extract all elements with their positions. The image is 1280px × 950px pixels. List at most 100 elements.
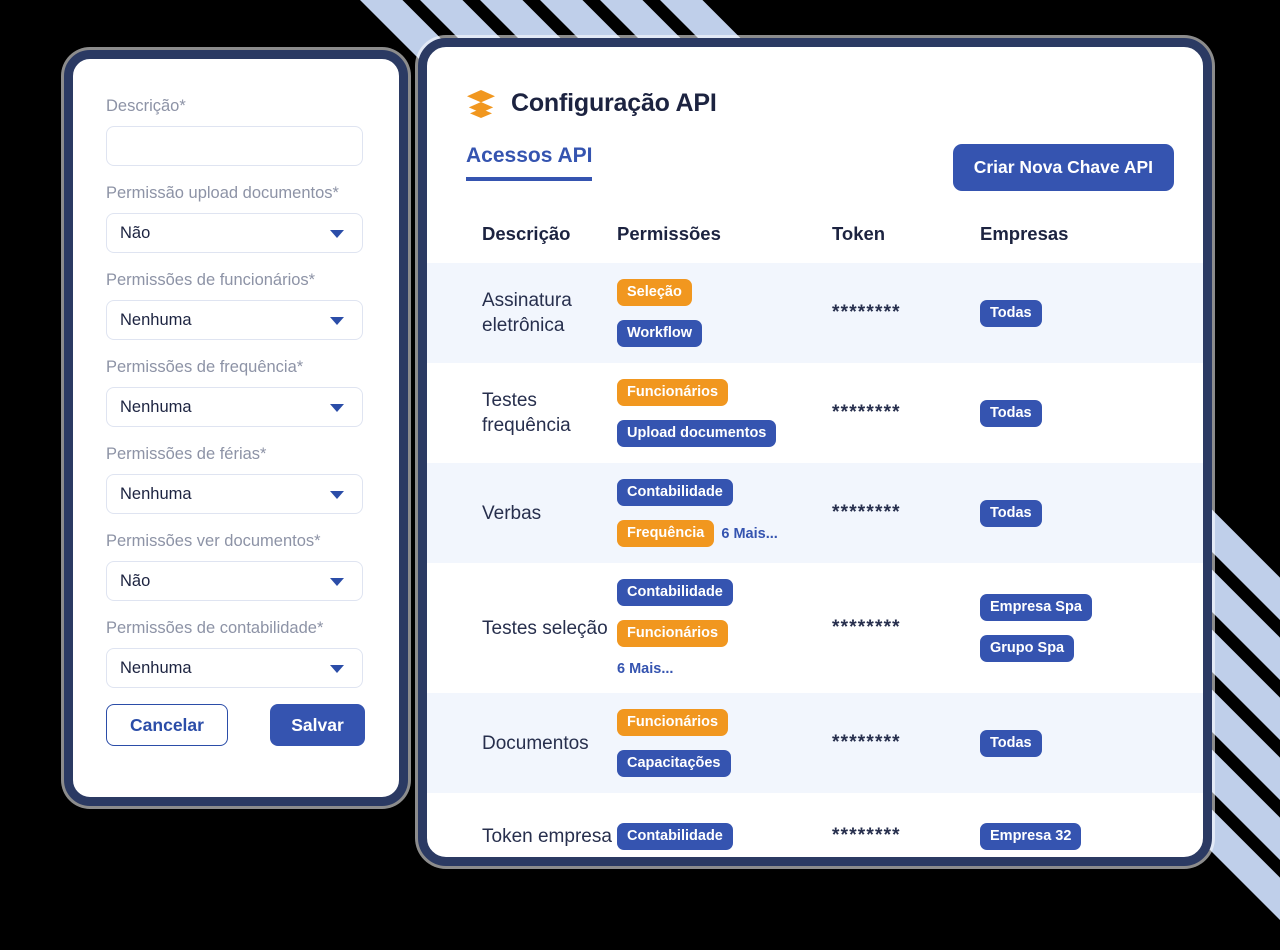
form-field-permissoes-ver-documentos: Permissões ver documentos* Não [106,530,366,601]
permissoes-ferias-select[interactable]: Nenhuma [106,474,363,514]
permission-badge[interactable]: Funcionários [617,379,729,406]
permission-badges: Contabilidade Frequência 6 Mais... [617,479,832,547]
chevron-down-icon [330,578,344,586]
stack-icon [466,89,496,118]
cell-token: ******** [832,825,901,846]
company-badge[interactable]: Todas [980,399,1042,427]
permission-badges: Funcionários Upload documentos [617,379,832,447]
permissao-upload-documentos-select[interactable]: Não [106,213,363,253]
form-field-permissoes-funcionarios: Permissões de funcionários* Nenhuma [106,269,366,340]
column-header-token: Token [832,223,886,244]
table-row[interactable]: Verbas Contabilidade Frequência 6 Mais... **… [427,463,1203,563]
permission-badge[interactable]: Funcionários [617,709,729,736]
table-row[interactable]: Testes frequência Funcionários Upload docu… [427,363,1203,463]
permission-badge[interactable]: Frequência [617,520,715,547]
permission-badge[interactable]: Seleção [617,279,692,306]
company-badge[interactable]: Empresa Spa [980,594,1092,621]
create-new-api-key-button[interactable]: Criar Nova Chave API [952,144,1174,191]
permission-badge[interactable]: Funcionários [617,620,729,647]
table-body: Assinatura eletrônica Seleção Workflow ****… [427,263,1203,857]
save-button[interactable]: Salvar [270,704,365,746]
cell-descricao: Token empresa [482,825,612,847]
cell-permissoes: Contabilidade [617,822,832,850]
cell-token: ******** [832,732,901,753]
permission-badges: Seleção Workflow [617,279,832,347]
api-header: Configuração API [427,89,1203,118]
permission-badge[interactable]: Workflow [617,320,702,347]
permissoes-contabilidade-select[interactable]: Nenhuma [106,648,363,688]
descricao-input[interactable] [106,126,363,166]
permission-badge[interactable]: Contabilidade [617,579,733,606]
field-label: Descrição* [106,97,186,115]
company-badges: Todas [980,399,1150,427]
cell-empresas: Todas [980,729,1150,757]
permission-badges: Contabilidade [617,822,832,850]
company-badge[interactable]: Todas [980,729,1042,757]
cell-descricao: Documentos [482,732,589,754]
permissoes-funcionarios-select[interactable]: Nenhuma [106,300,363,340]
permission-badge[interactable]: Contabilidade [617,822,733,850]
company-badge[interactable]: Empresa 32 [980,822,1082,850]
company-badges: Todas [980,299,1150,327]
api-key-form-card: Descrição* Permissão upload documentos* … [64,50,408,806]
field-label: Permissões de frequência* [106,358,304,376]
more-permissions-link[interactable]: 6 Mais... [721,526,777,542]
company-badges: Todas [980,499,1150,527]
column-header-empresas: Empresas [980,223,1069,244]
cell-empresas: Empresa 32 [980,822,1150,850]
cell-empresas: Todas [980,399,1150,427]
permission-badge[interactable]: Contabilidade [617,479,733,506]
company-badge[interactable]: Grupo Spa [980,635,1075,662]
company-badge[interactable]: Todas [980,299,1042,327]
select-value: Nenhuma [120,310,192,329]
permission-badge[interactable]: Capacitações [617,750,731,777]
form-field-descricao: Descrição* [106,95,366,182]
select-value: Não [120,571,151,590]
company-badge[interactable]: Todas [980,499,1042,527]
table-row[interactable]: Assinatura eletrônica Seleção Workflow ****… [427,263,1203,363]
tab-row: Acessos API Criar Nova Chave API [427,118,1203,191]
field-label: Permissões de férias* [106,445,267,463]
table-row[interactable]: Token empresa Contabilidade ******** Empres… [427,793,1203,857]
form-field-permissao-upload-documentos: Permissão upload documentos* Não [106,182,366,253]
cell-descricao: Assinatura eletrônica [482,290,572,336]
cell-token: ******** [832,302,901,323]
form-field-permissoes-contabilidade: Permissões de contabilidade* Nenhuma [106,617,366,688]
field-label: Permissão upload documentos* [106,184,339,202]
table-row[interactable]: Documentos Funcionários Capacitações ******… [427,693,1203,793]
field-label: Permissões ver documentos* [106,532,321,550]
company-badges: Empresa Spa Grupo Spa [980,594,1150,662]
cancel-button[interactable]: Cancelar [106,704,228,746]
form-field-permissoes-ferias: Permissões de férias* Nenhuma [106,443,366,514]
chevron-down-icon [330,491,344,499]
cell-permissoes: Seleção Workflow [617,279,832,347]
chevron-down-icon [330,665,344,673]
permission-badges: Contabilidade Funcionários 6 Mais... [617,579,832,677]
select-value: Nenhuma [120,658,192,677]
cell-token: ******** [832,617,901,638]
column-header-permissoes: Permissões [617,223,721,244]
field-label: Permissões de funcionários* [106,271,316,289]
permissoes-frequencia-select[interactable]: Nenhuma [106,387,363,427]
permission-badge[interactable]: Upload documentos [617,420,777,447]
permissoes-ver-documentos-select[interactable]: Não [106,561,363,601]
page-title: Configuração API [511,89,717,117]
cell-token: ******** [832,502,901,523]
cell-permissoes: Funcionários Capacitações [617,709,832,777]
form-actions: Cancelar Salvar [106,704,366,746]
tab-acessos-api[interactable]: Acessos API [466,144,593,181]
column-header-descricao: Descrição [482,223,571,244]
cell-descricao: Verbas [482,502,542,524]
form-body: Descrição* Permissão upload documentos* … [73,59,399,797]
cell-empresas: Todas [980,299,1150,327]
cell-permissoes: Funcionários Upload documentos [617,379,832,447]
select-value: Nenhuma [120,484,192,503]
screenshot-root: Descrição* Permissão upload documentos* … [0,0,1280,950]
company-badges: Todas [980,729,1150,757]
cell-descricao: Testes frequência [482,390,571,436]
select-value: Não [120,223,151,242]
table-row[interactable]: Testes seleção Contabilidade Funcionários 6… [427,563,1203,693]
chevron-down-icon [330,230,344,238]
more-permissions-link[interactable]: 6 Mais... [617,661,673,677]
select-value: Nenhuma [120,397,192,416]
